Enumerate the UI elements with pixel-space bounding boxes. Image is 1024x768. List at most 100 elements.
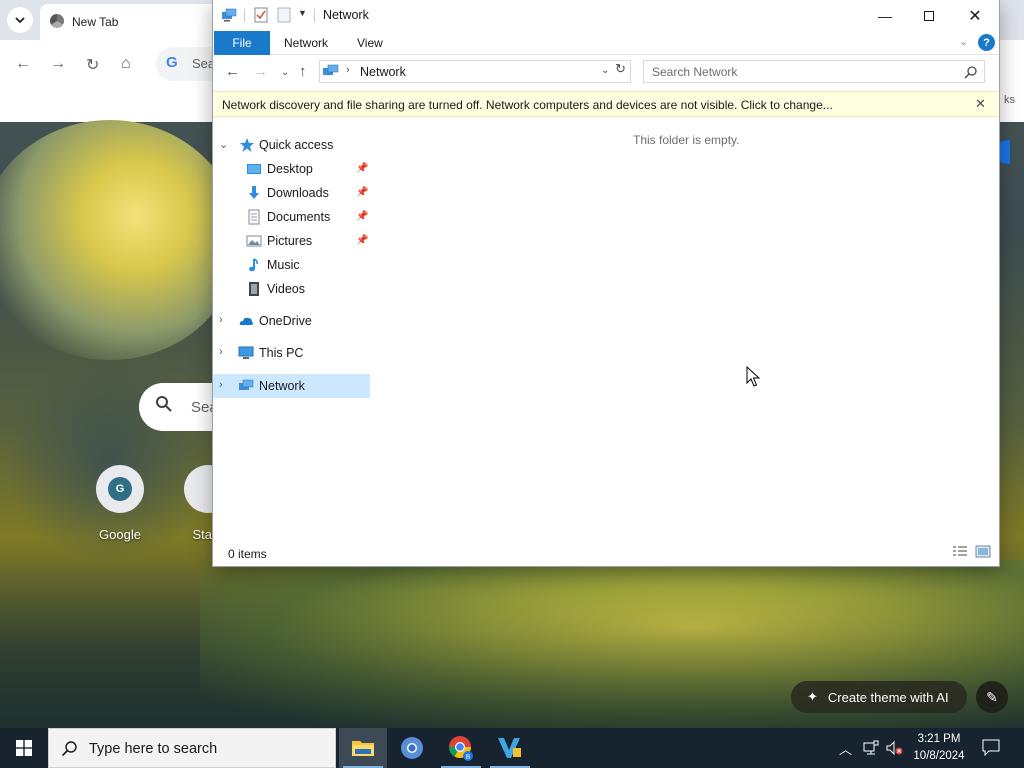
taskbar-chromium[interactable] xyxy=(388,728,436,768)
tab-file[interactable]: File xyxy=(214,31,270,55)
help-icon[interactable]: ? xyxy=(978,34,995,51)
clock-time: 3:21 PM xyxy=(917,733,961,745)
pin-icon[interactable]: 📌 xyxy=(356,187,368,198)
tree-item-pictures[interactable]: Pictures 📌 xyxy=(213,230,370,252)
qat-customize-icon[interactable]: ▼ xyxy=(298,8,307,18)
tree-item-videos[interactable]: Videos xyxy=(213,278,370,300)
taskbar: Type here to search B ︿ 3:21 PM 10/8/202… xyxy=(0,728,1024,768)
title-bar[interactable]: ▼ Network — ✕ xyxy=(213,0,999,31)
tree-label: Desktop xyxy=(267,162,313,176)
infobar-message[interactable]: Network discovery and file sharing are t… xyxy=(222,98,833,112)
taskbar-search-placeholder: Type here to search xyxy=(89,741,218,757)
pictures-icon xyxy=(246,235,262,247)
tab-search-button[interactable] xyxy=(7,7,33,33)
taskbar-file-explorer[interactable] xyxy=(339,728,387,768)
create-theme-button[interactable]: ✦ Create theme with AI xyxy=(791,681,967,713)
close-icon[interactable]: ✕ xyxy=(975,96,986,112)
new-folder-icon[interactable] xyxy=(276,7,292,23)
tree-item-network[interactable]: › Network xyxy=(213,374,370,398)
tree-label: OneDrive xyxy=(259,314,312,328)
taskbar-chrome[interactable]: B xyxy=(437,728,485,768)
onedrive-icon xyxy=(239,317,253,325)
volume-muted-icon[interactable] xyxy=(886,740,904,756)
address-dropdown-icon[interactable]: ⌄ xyxy=(601,65,609,76)
tree-label: Documents xyxy=(267,210,331,224)
chrome-tab-title: New Tab xyxy=(72,15,119,29)
tree-item-onedrive[interactable]: › OneDrive xyxy=(213,310,370,332)
address-bar[interactable]: › Network ⌄ xyxy=(319,60,631,83)
tab-network[interactable]: Network xyxy=(284,36,328,50)
chevron-down-icon[interactable]: ⌄ xyxy=(219,138,228,151)
forward-button[interactable]: → xyxy=(253,63,268,80)
search-icon xyxy=(61,741,77,757)
chevron-right-icon[interactable]: › xyxy=(219,346,223,358)
back-button[interactable]: ← xyxy=(15,55,31,73)
star-icon xyxy=(240,138,254,152)
refresh-button[interactable]: ↻ xyxy=(615,61,626,77)
tree-item-music[interactable]: Music xyxy=(213,254,370,276)
details-view-icon[interactable] xyxy=(952,545,968,558)
chevron-right-icon[interactable]: › xyxy=(219,379,223,391)
forward-button[interactable]: → xyxy=(50,55,66,73)
pin-icon[interactable]: 📌 xyxy=(356,163,368,174)
search-icon xyxy=(156,396,172,412)
mouse-cursor-icon xyxy=(746,366,760,387)
large-icons-view-icon[interactable] xyxy=(975,545,991,558)
folder-icon xyxy=(352,741,374,756)
breadcrumb-network[interactable]: Network xyxy=(360,65,406,79)
recent-locations-button[interactable]: ⌄ xyxy=(281,67,289,78)
tree-item-this-pc[interactable]: › This PC xyxy=(213,342,370,364)
system-clock[interactable]: 3:21 PM 10/8/2024 xyxy=(906,731,972,765)
music-icon xyxy=(249,258,258,272)
chrome-favicon-icon xyxy=(50,14,64,28)
customize-button[interactable]: ✎ xyxy=(976,681,1008,713)
qat-separator xyxy=(314,9,315,22)
qat-separator xyxy=(244,9,245,22)
network-status-icon[interactable] xyxy=(863,740,879,756)
omnibox-text: Sea xyxy=(192,56,216,71)
tree-label: Quick access xyxy=(259,138,334,152)
properties-icon[interactable] xyxy=(253,7,269,23)
search-input[interactable]: Search Network xyxy=(643,60,985,83)
tree-label: Music xyxy=(267,258,300,272)
close-icon: ✕ xyxy=(968,7,982,25)
minimize-icon: — xyxy=(878,7,892,24)
pin-icon[interactable]: 📌 xyxy=(356,235,368,246)
ribbon: File Network View ⌄ ? xyxy=(213,31,999,55)
pin-icon[interactable]: 📌 xyxy=(356,211,368,222)
back-button[interactable]: ← xyxy=(225,63,240,80)
bookmarks-hint: ks xyxy=(1004,94,1015,106)
chevron-up-icon[interactable]: ︿ xyxy=(839,739,852,758)
expand-ribbon-icon[interactable]: ⌄ xyxy=(959,35,968,48)
taskbar-search-input[interactable]: Type here to search xyxy=(48,728,336,768)
shortcut-google[interactable]: G Google xyxy=(88,465,152,542)
network-icon xyxy=(323,64,339,75)
start-button[interactable] xyxy=(0,728,48,768)
close-button[interactable]: ✕ xyxy=(952,0,998,31)
up-button[interactable]: ↑ xyxy=(299,63,307,80)
tab-view[interactable]: View xyxy=(357,36,383,50)
taskbar-vscode[interactable] xyxy=(486,728,534,768)
chevron-right-icon[interactable]: › xyxy=(219,314,223,326)
maximize-icon xyxy=(924,10,934,21)
breadcrumb-chevron-icon[interactable]: › xyxy=(346,64,350,76)
video-icon xyxy=(249,282,259,296)
chrome-tab-new-tab[interactable]: New Tab xyxy=(40,4,220,40)
chromium-icon xyxy=(401,737,423,759)
tree-item-documents[interactable]: Documents 📌 xyxy=(213,206,370,228)
download-icon xyxy=(249,186,259,199)
reload-button[interactable]: ↻ xyxy=(86,55,99,75)
maximize-button[interactable] xyxy=(906,0,952,31)
tree-label: Videos xyxy=(267,282,305,296)
minimize-button[interactable]: — xyxy=(862,0,908,31)
notification-icon[interactable] xyxy=(982,739,1000,756)
tree-item-quick-access[interactable]: ⌄ Quick access xyxy=(213,134,370,156)
home-button[interactable]: ⌂ xyxy=(121,55,131,73)
network-discovery-infobar[interactable]: Network discovery and file sharing are t… xyxy=(213,91,999,117)
tree-item-desktop[interactable]: Desktop 📌 xyxy=(213,158,370,180)
background-cloud xyxy=(0,120,240,360)
network-icon xyxy=(222,8,237,22)
windows-icon xyxy=(16,740,32,756)
chevron-down-icon xyxy=(15,16,25,23)
tree-item-downloads[interactable]: Downloads 📌 xyxy=(213,182,370,204)
